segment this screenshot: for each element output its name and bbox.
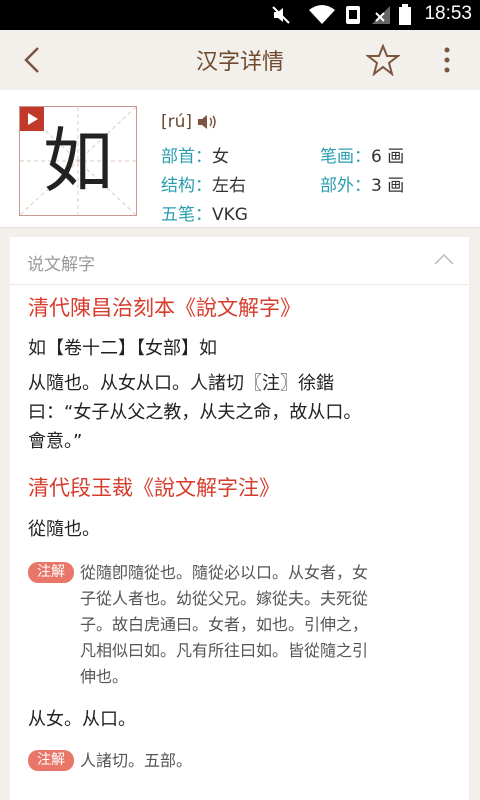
outer-strokes-info: 部外：3 画 bbox=[320, 171, 404, 196]
note-line: 子從人者也。幼從父兄。嫁從夫。夫死從 bbox=[80, 589, 369, 608]
note-line: 人諸切。五部。 bbox=[80, 751, 193, 770]
note-line: 伸也。 bbox=[80, 667, 129, 686]
clock: 18:53 bbox=[424, 3, 472, 24]
source-title-duan: 清代段玉裁《說文解字注》 bbox=[28, 476, 280, 500]
structure-info: 结构：左右 bbox=[161, 171, 246, 196]
strokes-label: 笔画： bbox=[320, 147, 371, 167]
strokes-value: 6 画 bbox=[371, 147, 405, 167]
speaker-icon[interactable] bbox=[197, 113, 219, 131]
section-title: 说文解字 bbox=[27, 255, 95, 275]
source2-line: 从女。从口。 bbox=[28, 709, 136, 730]
wubi-label: 五笔： bbox=[161, 205, 212, 225]
wifi-icon bbox=[309, 5, 335, 24]
signal-icon bbox=[372, 6, 390, 24]
wubi-info: 五笔：VKG bbox=[161, 200, 248, 225]
source-title-chen: 清代陳昌治刻本《說文解字》 bbox=[28, 296, 301, 320]
note-line: 從隨卽隨從也。隨從必以口。从女者，女 bbox=[80, 563, 369, 582]
chevron-up-icon[interactable] bbox=[433, 252, 455, 266]
play-icon[interactable] bbox=[20, 107, 44, 131]
status-bar: 18:53 bbox=[0, 0, 480, 30]
note-line: 凡相似曰如。凡有所往曰如。皆從隨之引 bbox=[80, 641, 369, 660]
structure-value: 左右 bbox=[212, 176, 246, 196]
more-icon[interactable] bbox=[432, 44, 462, 76]
source1-line: 會意。” bbox=[28, 431, 83, 452]
character-grid: 如 bbox=[19, 106, 137, 216]
outer-strokes-value: 3 画 bbox=[371, 176, 405, 196]
pinyin: [rú] bbox=[161, 112, 193, 132]
wubi-value: VKG bbox=[212, 205, 248, 225]
note-badge: 注解 bbox=[28, 562, 74, 583]
radical-info: 部首：女 bbox=[161, 142, 229, 167]
radical-value: 女 bbox=[212, 147, 229, 167]
outer-strokes-label: 部外： bbox=[320, 176, 371, 196]
note-line: 子。故白虎通曰。女者，如也。引伸之， bbox=[80, 615, 369, 634]
battery-icon bbox=[399, 4, 411, 25]
page-title: 汉字详情 bbox=[195, 50, 284, 75]
source2-line: 從隨也。 bbox=[28, 519, 100, 540]
star-icon[interactable] bbox=[366, 44, 400, 76]
source1-line: 曰：“女子从父之教，从夫之命，故从口。 bbox=[28, 402, 362, 423]
strokes-info: 笔画：6 画 bbox=[320, 142, 404, 167]
app-bar: 汉字详情 bbox=[0, 30, 480, 90]
note-badge: 注解 bbox=[28, 750, 74, 771]
section-header[interactable]: 说文解字 bbox=[10, 237, 469, 285]
source1-line: 如【卷十二】【女部】如 bbox=[28, 338, 217, 359]
wifi-off-icon bbox=[272, 6, 290, 24]
sim-icon bbox=[346, 6, 360, 24]
radical-label: 部首： bbox=[161, 147, 212, 167]
source1-line: 从隨也。从女从口。人諸切〖注〗徐鍇 bbox=[28, 373, 334, 394]
structure-label: 结构： bbox=[161, 176, 212, 196]
